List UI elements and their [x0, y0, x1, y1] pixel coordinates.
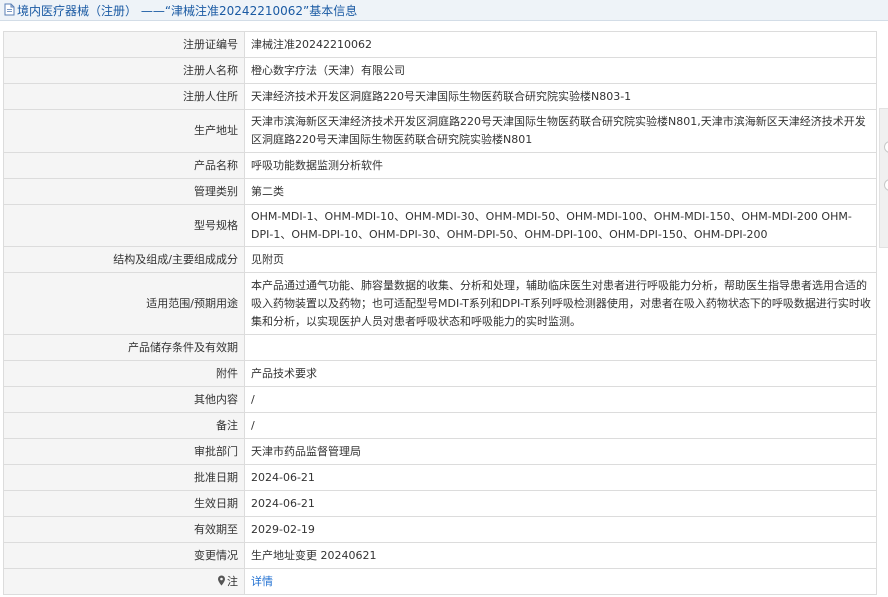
note-label-text: 注: [227, 574, 238, 588]
field-value: 天津经济技术开发区洞庭路220号天津国际生物医药联合研究院实验楼N803-1: [244, 83, 877, 110]
table-row: 生效日期 2024-06-21: [3, 490, 877, 517]
field-label: 批准日期: [3, 464, 245, 491]
field-label: 有效期至: [3, 516, 245, 543]
field-value: 产品技术要求: [244, 360, 877, 387]
field-value: 呼吸功能数据监测分析软件: [244, 152, 877, 179]
table-row: 产品储存条件及有效期: [3, 334, 877, 361]
table-row: 其他内容 /: [3, 386, 877, 413]
field-label: 型号规格: [3, 204, 245, 247]
table-row: 注册人住所 天津经济技术开发区洞庭路220号天津国际生物医药联合研究院实验楼N8…: [3, 83, 877, 110]
field-label: 生效日期: [3, 490, 245, 517]
table-row: 批准日期 2024-06-21: [3, 464, 877, 491]
table-row: 变更情况 生产地址变更 20240621: [3, 542, 877, 569]
field-value: 津械注准20242210062: [244, 31, 877, 58]
table-row: 生产地址 天津市滨海新区天津经济技术开发区洞庭路220号天津国际生物医药联合研究…: [3, 109, 877, 153]
field-value: 2029-02-19: [244, 516, 877, 543]
field-value: 2024-06-21: [244, 490, 877, 517]
table-row: 备注 /: [3, 412, 877, 439]
table-row: 有效期至 2029-02-19: [3, 516, 877, 543]
table-row: 注 详情: [3, 568, 877, 595]
field-label: 生产地址: [3, 109, 245, 153]
field-value: 见附页: [244, 246, 877, 273]
field-label: 结构及组成/主要组成成分: [3, 246, 245, 273]
table-row: 附件 产品技术要求: [3, 360, 877, 387]
field-label: 产品储存条件及有效期: [3, 334, 245, 361]
field-label: 管理类别: [3, 178, 245, 205]
table-row: 产品名称 呼吸功能数据监测分析软件: [3, 152, 877, 179]
table-row: 管理类别 第二类: [3, 178, 877, 205]
table-row: 结构及组成/主要组成成分 见附页: [3, 246, 877, 273]
note-value: 详情: [244, 568, 877, 595]
field-label: 其他内容: [3, 386, 245, 413]
field-label: 变更情况: [3, 542, 245, 569]
field-label: 附件: [3, 360, 245, 387]
table-row: 型号规格 OHM-MDI-1、OHM-MDI-10、OHM-MDI-30、OHM…: [3, 204, 877, 247]
side-toolbar-circle-icon[interactable]: [884, 141, 888, 153]
field-value: 2024-06-21: [244, 464, 877, 491]
page-title: 境内医疗器械（注册） ——“津械注准20242210062”基本信息: [17, 4, 358, 18]
field-value: 橙心数字疗法（天津）有限公司: [244, 57, 877, 84]
registration-detail-table: 注册证编号 津械注准20242210062 注册人名称 橙心数字疗法（天津）有限…: [3, 31, 877, 595]
field-label: 产品名称: [3, 152, 245, 179]
note-label: 注: [3, 568, 245, 595]
field-label: 适用范围/预期用途: [3, 272, 245, 335]
field-label: 注册人名称: [3, 57, 245, 84]
field-label: 注册证编号: [3, 31, 245, 58]
field-value: 本产品通过通气功能、肺容量数据的收集、分析和处理，辅助临床医生对患者进行呼吸能力…: [244, 272, 877, 335]
side-toolbar-circle-icon[interactable]: [884, 179, 888, 191]
field-value: /: [244, 412, 877, 439]
field-label: 备注: [3, 412, 245, 439]
field-value: 第二类: [244, 178, 877, 205]
details-link[interactable]: 详情: [251, 575, 273, 588]
side-toolbar: [879, 108, 888, 248]
table-row: 注册证编号 津械注准20242210062: [3, 31, 877, 58]
field-value: 生产地址变更 20240621: [244, 542, 877, 569]
field-value: 天津市滨海新区天津经济技术开发区洞庭路220号天津国际生物医药联合研究院实验楼N…: [244, 109, 877, 153]
field-value: OHM-MDI-1、OHM-MDI-10、OHM-MDI-30、OHM-MDI-…: [244, 204, 877, 247]
field-value: 天津市药品监督管理局: [244, 438, 877, 465]
document-icon: [4, 3, 15, 16]
field-label: 审批部门: [3, 438, 245, 465]
map-pin-icon: [218, 575, 225, 585]
field-value: [244, 334, 877, 361]
table-row: 注册人名称 橙心数字疗法（天津）有限公司: [3, 57, 877, 84]
field-value: /: [244, 386, 877, 413]
table-row: 适用范围/预期用途 本产品通过通气功能、肺容量数据的收集、分析和处理，辅助临床医…: [3, 272, 877, 335]
table-row: 审批部门 天津市药品监督管理局: [3, 438, 877, 465]
field-label: 注册人住所: [3, 83, 245, 110]
page-header: 境内医疗器械（注册） ——“津械注准20242210062”基本信息: [0, 0, 888, 21]
